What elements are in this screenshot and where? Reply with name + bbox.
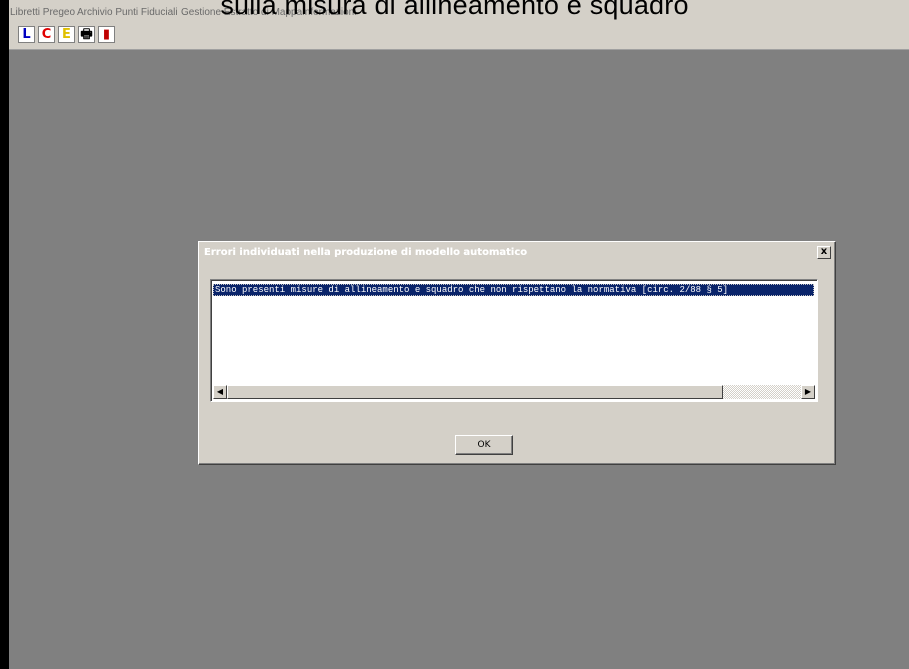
dialog-title-bar[interactable]: Errori individuati nella produzione di m… (201, 244, 833, 262)
l-letter-icon[interactable]: L (18, 26, 35, 43)
c-letter-glyph: C (41, 27, 52, 42)
caption-text: sulla misura di allineamento e squadro (220, 0, 689, 20)
scroll-left-icon[interactable]: ◀ (213, 385, 227, 399)
close-icon[interactable]: x (817, 246, 831, 259)
toolbar: L C E 🖶 ▮ (9, 22, 909, 50)
left-edge-bar (0, 0, 9, 669)
l-letter-glyph: L (22, 27, 31, 42)
dialog-title: Errori individuati nella produzione di m… (204, 247, 528, 258)
list-item[interactable]: Sono presenti misure di allineamento e s… (213, 284, 814, 296)
ok-button[interactable]: OK (455, 435, 513, 455)
exit-door-icon[interactable]: ▮ (98, 26, 115, 43)
error-listbox[interactable]: Sono presenti misure di allineamento e s… (210, 279, 818, 402)
error-dialog: Errori individuati nella produzione di m… (198, 241, 836, 465)
scroll-thumb[interactable] (227, 385, 723, 399)
e-letter-icon[interactable]: E (58, 26, 75, 43)
printer-icon[interactable]: 🖶 (78, 26, 95, 43)
scroll-right-icon[interactable]: ▶ (801, 385, 815, 399)
printer-glyph: 🖶 (80, 27, 93, 42)
e-letter-glyph: E (62, 27, 71, 42)
c-letter-icon[interactable]: C (38, 26, 55, 43)
exit-door-glyph: ▮ (102, 27, 111, 42)
horizontal-scrollbar[interactable]: ◀ ▶ (213, 385, 815, 399)
